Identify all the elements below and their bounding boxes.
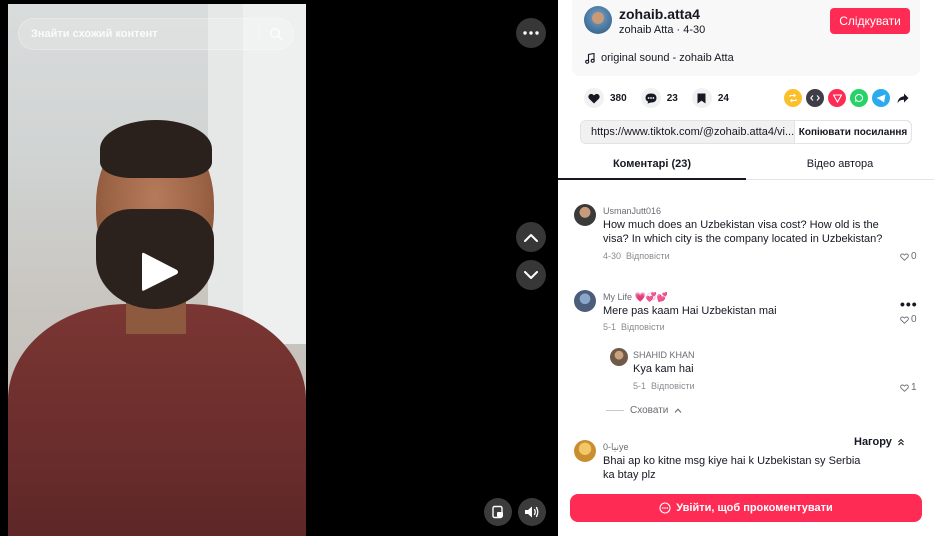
comment-like-button[interactable]: 0 — [900, 314, 917, 325]
comment-text: How much does an Uzbekistan visa cost? H… — [603, 219, 883, 245]
double-chevron-up-icon — [898, 438, 904, 446]
next-video-button[interactable] — [516, 260, 546, 290]
comment-date: 5-1 — [603, 322, 617, 332]
comment-meta: 5-1 Відповісти — [603, 322, 665, 332]
chevron-up-icon — [674, 408, 682, 413]
author-handle[interactable]: zohaib.atta4 — [619, 6, 700, 22]
whatsapp-icon[interactable] — [850, 89, 868, 107]
video-background-light — [243, 4, 306, 344]
author-card: zohaib.atta4 zohaib Atta · 4-30 Слідкува… — [572, 0, 920, 76]
author-meta: zohaib Atta · 4-30 — [619, 24, 706, 36]
heart-outline-icon — [900, 384, 909, 392]
comment-like-count: 0 — [911, 251, 917, 262]
share-link-url[interactable]: https://www.tiktok.com/@zohaib.atta4/vi.… — [581, 126, 794, 138]
tab-bar: Коментарі (23) Відео автора — [558, 152, 934, 180]
comment-button[interactable] — [640, 88, 661, 108]
follow-button[interactable]: Слідкувати — [830, 8, 910, 34]
more-options-button[interactable] — [516, 18, 546, 48]
comment-username[interactable]: 0-نیاye — [603, 442, 629, 453]
video-person-hair — [100, 120, 212, 178]
volume-button[interactable] — [518, 498, 546, 526]
stats-row: 380 23 24 — [584, 88, 743, 108]
comment-item: UsmanJutt016 How much does an Uzbekistan… — [558, 190, 934, 270]
comment-username[interactable]: UsmanJutt016 — [603, 206, 661, 216]
video-person-shirt — [8, 304, 306, 536]
reply-like-button[interactable]: 1 — [900, 382, 917, 393]
collapse-label: Сховати — [630, 405, 669, 416]
login-to-comment-button[interactable]: Увійти, щоб прокоментувати — [570, 494, 922, 522]
chevron-down-icon — [524, 270, 538, 279]
comment-avatar[interactable] — [574, 290, 596, 312]
comment-text: Mere pas kaam Hai Uzbekistan mai — [603, 305, 777, 317]
reply-text: Kya kam hai — [633, 363, 694, 375]
tab-author-videos[interactable]: Відео автора — [746, 152, 934, 179]
reply-link[interactable]: Відповісти — [651, 381, 695, 391]
login-to-comment-label: Увійти, щоб прокоментувати — [676, 502, 833, 514]
reply-meta: 5-1 Відповісти — [633, 381, 695, 391]
picture-in-picture-button[interactable] — [484, 498, 512, 526]
comment-bubble-icon — [659, 502, 671, 514]
back-to-top-label: Нагору — [854, 436, 892, 448]
comment-like-button[interactable]: 0 — [900, 251, 917, 262]
author-avatar[interactable] — [584, 6, 612, 34]
comment-count: 23 — [666, 92, 678, 104]
comment-item: My Life 💗💞💕 Mere pas kaam Hai Uzbekistan… — [558, 276, 934, 426]
reply-link[interactable]: Відповісти — [626, 251, 670, 261]
search-input[interactable] — [19, 28, 258, 40]
telegram-icon[interactable] — [872, 89, 890, 107]
search-bar[interactable] — [18, 18, 294, 50]
send-icon[interactable] — [828, 89, 846, 107]
back-to-top-button[interactable]: Нагору — [850, 434, 909, 450]
heart-outline-icon — [900, 316, 909, 324]
comment-date: 4-30 — [603, 251, 622, 261]
share-buttons — [784, 89, 912, 107]
embed-icon[interactable] — [806, 89, 824, 107]
share-arrow-icon[interactable] — [894, 89, 912, 107]
comment-bubble-icon — [645, 93, 657, 103]
video-pane — [0, 0, 558, 544]
previous-video-button[interactable] — [516, 222, 546, 252]
save-count: 24 — [717, 92, 729, 104]
collapse-divider — [606, 410, 624, 411]
music-title: original sound - zohaib Atta — [601, 52, 734, 64]
repost-icon[interactable] — [784, 89, 802, 107]
speaker-icon — [525, 506, 539, 518]
play-icon[interactable] — [140, 250, 180, 299]
comment-like-count: 0 — [911, 314, 917, 325]
save-button[interactable] — [691, 88, 712, 108]
bookmark-icon — [697, 93, 706, 103]
details-panel: zohaib.atta4 zohaib Atta · 4-30 Слідкува… — [558, 0, 934, 544]
comment-text: Bhai ap ko kitne msg kiye hai k Uzbekist… — [603, 455, 861, 481]
music-note-icon — [585, 52, 595, 64]
collapse-replies-button[interactable]: Сховати — [606, 405, 682, 416]
comment-avatar[interactable] — [574, 204, 596, 226]
reply-like-count: 1 — [911, 382, 917, 393]
heart-icon — [588, 93, 600, 103]
reply-date: 5-1 — [633, 381, 647, 391]
bottom-strip — [0, 536, 934, 544]
reply-link[interactable]: Відповісти — [621, 322, 665, 332]
reply-username[interactable]: SHAHID KHAN — [633, 350, 695, 360]
reply-avatar[interactable] — [610, 348, 628, 366]
comment-meta: 4-30 Відповісти — [603, 251, 670, 261]
search-icon[interactable] — [259, 27, 293, 41]
comment-more-icon[interactable]: ••• — [900, 296, 918, 312]
like-button[interactable] — [584, 88, 604, 108]
copy-link-button[interactable]: Копіювати посилання — [794, 121, 911, 143]
comment-username[interactable]: My Life 💗💞💕 — [603, 292, 668, 303]
heart-outline-icon — [900, 253, 909, 261]
pip-icon — [492, 505, 503, 519]
music-link[interactable]: original sound - zohaib Atta — [585, 52, 734, 64]
chevron-up-icon — [524, 233, 538, 242]
ellipsis-icon — [523, 31, 539, 35]
share-link-box: https://www.tiktok.com/@zohaib.atta4/vi.… — [580, 120, 912, 144]
comment-avatar[interactable] — [574, 440, 596, 462]
tab-comments[interactable]: Коментарі (23) — [558, 152, 746, 180]
like-count: 380 — [610, 92, 627, 104]
